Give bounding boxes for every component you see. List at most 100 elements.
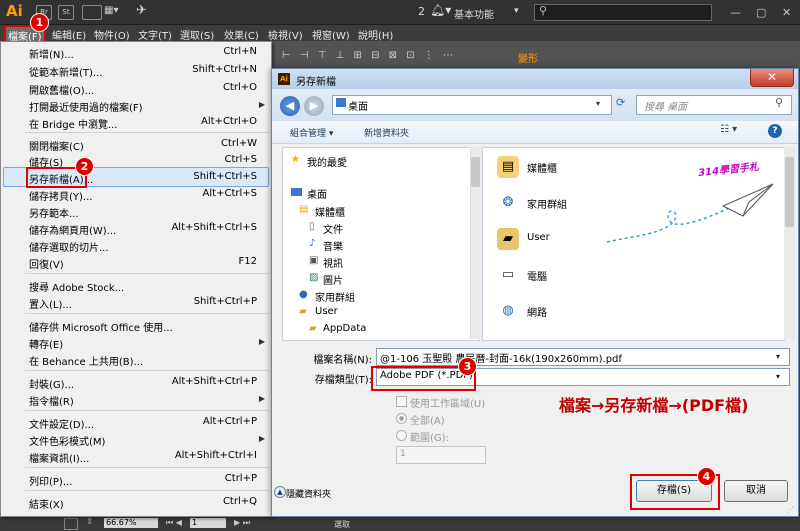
nav-item-libraries[interactable]: 媒體櫃 <box>315 204 345 219</box>
nav-item-homegroup[interactable]: 家用群組 <box>315 289 355 304</box>
send-icon[interactable]: ✈ <box>136 3 147 18</box>
file-item-libraries[interactable]: 媒體櫃 <box>527 160 557 175</box>
resize-grip-icon[interactable]: ⋰ <box>786 505 794 514</box>
nav-scroll-thumb[interactable] <box>471 157 480 187</box>
menu-item-file-info[interactable]: 檔案資訊(I)... <box>29 450 89 465</box>
align-icons[interactable]: ⊢ ⊣ ⊤ ⊥ ⊞ ⊟ ⊠ ⊡ ⋮ ⋯ <box>282 50 456 61</box>
menu-item-new-from-template[interactable]: 從範本新增(T)... <box>29 64 102 79</box>
chevron-down-icon[interactable]: ▾ <box>514 6 519 16</box>
menu-item-search-stock[interactable]: 搜尋 Adobe Stock... <box>29 279 124 294</box>
file-item-homegroup[interactable]: 家用群組 <box>527 196 567 211</box>
desktop-icon <box>291 188 302 196</box>
menu-item-save-copy[interactable]: 儲存拷貝(Y)... <box>29 188 92 203</box>
hide-folders-button[interactable]: 隱藏資料夾 <box>286 487 331 500</box>
nav-item-music[interactable]: 音樂 <box>323 238 343 253</box>
help-icon[interactable]: ? <box>768 124 782 138</box>
menu-shortcut: Alt+Ctrl+P <box>202 416 257 427</box>
menu-item-place[interactable]: 置入(L)... <box>29 296 72 311</box>
prev-page-icon[interactable]: ⏮ ◀ <box>166 518 182 528</box>
address-dropdown-icon[interactable]: ▾ <box>596 99 600 108</box>
chevron-down-icon[interactable]: ▾ <box>776 372 780 381</box>
chevron-down-icon[interactable]: ▾ <box>776 352 780 361</box>
menu-item-revert[interactable]: 回復(V) <box>29 256 64 271</box>
search-icon: ⚲ <box>539 4 548 17</box>
menu-item-exit[interactable]: 結束(X) <box>29 496 64 511</box>
use-artboards-label: 使用工作區域(U) <box>410 399 486 410</box>
transform-link[interactable]: 變形 <box>518 50 538 65</box>
menu-item-browse-bridge[interactable]: 在 Bridge 中瀏覽... <box>29 116 118 131</box>
grid-view-icon[interactable]: ▦▾ <box>104 5 118 16</box>
menu-item-export[interactable]: 轉存(E) <box>29 336 63 351</box>
file-item-user[interactable]: User <box>527 232 550 243</box>
menu-shortcut: Ctrl+N <box>223 46 257 57</box>
menu-item-close[interactable]: 關閉檔案(C) <box>29 138 84 153</box>
paper-plane-decoration <box>606 183 774 243</box>
submenu-arrow-icon: ▶ <box>258 100 265 109</box>
use-artboards-checkbox[interactable] <box>396 396 407 407</box>
back-arrow-icon[interactable]: ◀ <box>280 96 300 116</box>
arrange-documents-icon[interactable] <box>82 5 102 20</box>
menu-item-open-recent[interactable]: 打開最近使用過的檔案(F) <box>29 99 143 114</box>
cancel-button[interactable]: 取消 <box>724 480 788 502</box>
dialog-close-button[interactable]: ✕ <box>750 69 794 87</box>
menu-view[interactable]: 檢視(V) <box>268 27 303 42</box>
nav-item-desktop[interactable]: 桌面 <box>307 186 327 201</box>
bell-icon[interactable]: 🔔︎▾ <box>430 3 451 17</box>
search-icon[interactable]: ⚲ <box>775 96 783 109</box>
all-radio[interactable] <box>396 413 407 424</box>
file-scroll-thumb[interactable] <box>785 157 794 227</box>
menu-item-print[interactable]: 列印(P)... <box>29 473 72 488</box>
file-item-network[interactable]: 網路 <box>527 304 547 319</box>
artboard-icon[interactable] <box>64 518 78 530</box>
menu-effect[interactable]: 效果(C) <box>224 27 259 42</box>
homegroup-icon: ❂ <box>502 195 514 210</box>
menu-type[interactable]: 文字(T) <box>138 27 172 42</box>
share-icon[interactable]: ⇪ <box>86 517 94 527</box>
instruction-callout: 檔案→另存新檔→(PDF檔) <box>559 396 749 415</box>
page-field[interactable]: 1 <box>190 518 226 528</box>
menu-help[interactable]: 說明(H) <box>358 27 393 42</box>
menu-item-save-slices[interactable]: 儲存選取的切片... <box>29 239 109 254</box>
menu-item-document-setup[interactable]: 文件設定(D)... <box>29 416 94 431</box>
forward-arrow-icon[interactable]: ▶ <box>304 96 324 116</box>
address-bar[interactable] <box>332 95 612 115</box>
menu-item-open[interactable]: 開啟舊檔(O)... <box>29 82 94 97</box>
menu-item-save-office[interactable]: 儲存供 Microsoft Office 使用... <box>29 319 173 334</box>
menu-item-save-template[interactable]: 另存範本... <box>29 205 79 220</box>
range-radio-label: 範圍(G): <box>410 433 449 444</box>
menu-item-save-for-web[interactable]: 儲存為網頁用(W)... <box>29 222 116 237</box>
close-window-icon[interactable]: ✕ <box>782 6 791 19</box>
app-search-input[interactable]: ⚲ <box>534 4 712 21</box>
organize-button[interactable]: 組合管理 ▾ <box>290 126 333 139</box>
range-input[interactable] <box>396 446 486 464</box>
minimize-icon[interactable]: — <box>730 6 741 19</box>
menu-select[interactable]: 選取(S) <box>180 27 214 42</box>
nav-item-appdata[interactable]: AppData <box>323 323 366 334</box>
menu-item-scripts[interactable]: 指令檔(R) <box>29 393 74 408</box>
view-options-icon[interactable]: ☷ ▾ <box>720 124 737 135</box>
new-folder-button[interactable]: 新增資料夾 <box>364 126 409 139</box>
menu-item-color-mode[interactable]: 文件色彩模式(M) <box>29 433 105 448</box>
collapse-icon[interactable]: ▲ <box>274 486 286 498</box>
nav-item-user[interactable]: User <box>315 306 338 317</box>
range-radio[interactable] <box>396 430 407 441</box>
nav-item-favorites[interactable]: 我的最愛 <box>307 154 347 169</box>
menu-edit[interactable]: 編輯(E) <box>52 27 86 42</box>
zoom-field[interactable]: 66.67% <box>104 518 158 528</box>
stock-button[interactable]: St <box>58 5 74 20</box>
file-item-computer[interactable]: 電腦 <box>527 268 547 283</box>
menu-shortcut: Shift+Ctrl+N <box>192 64 257 75</box>
next-page-icon[interactable]: ▶ ⏭ <box>234 518 250 528</box>
menu-window[interactable]: 視窗(W) <box>312 27 350 42</box>
menu-item-share-behance[interactable]: 在 Behance 上共用(B)... <box>29 353 143 368</box>
menu-bar: 檔案(F) 編輯(E) 物件(O) 文字(T) 選取(S) 效果(C) 檢視(V… <box>0 25 800 46</box>
maximize-icon[interactable]: ▢ <box>756 6 766 19</box>
nav-item-pictures[interactable]: 圖片 <box>323 272 343 287</box>
nav-item-videos[interactable]: 視訊 <box>323 255 343 270</box>
refresh-icon[interactable]: ⟳ <box>616 96 625 109</box>
menu-item-new[interactable]: 新增(N)... <box>29 46 74 61</box>
workspace-switcher[interactable]: 基本功能 <box>454 6 494 21</box>
nav-item-documents[interactable]: 文件 <box>323 221 343 236</box>
menu-object[interactable]: 物件(O) <box>94 27 130 42</box>
menu-item-package[interactable]: 封裝(G)... <box>29 376 74 391</box>
